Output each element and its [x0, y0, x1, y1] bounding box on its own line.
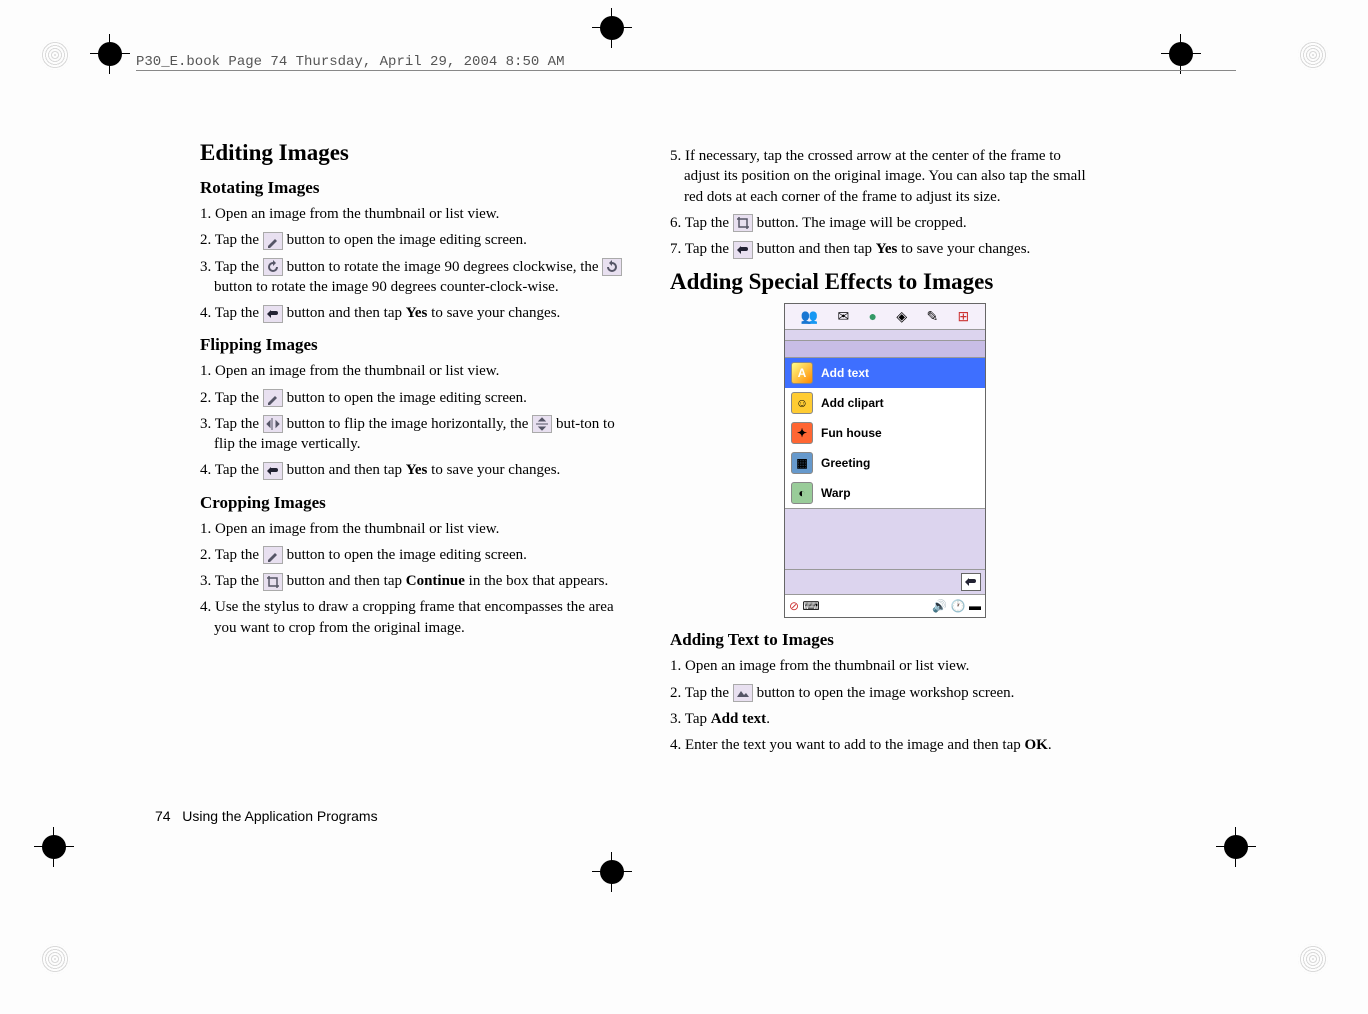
- edit-icon: [263, 389, 283, 407]
- heading-rotating: Rotating Images: [200, 178, 630, 198]
- device-statusbar: ⊘ ⌨ 🔊 🕐 ▬: [785, 594, 985, 617]
- step: 3. Tap the button and then tap Continue …: [200, 571, 630, 591]
- registration-mark-icon: [1224, 835, 1248, 859]
- step: 1. Open an image from the thumbnail or l…: [670, 656, 1100, 676]
- flip-horizontal-icon: [263, 415, 283, 433]
- step: 2. Tap the button to open the image edit…: [200, 388, 630, 408]
- right-column: 5. If necessary, tap the crossed arrow a…: [670, 140, 1100, 761]
- heading-special-effects: Adding Special Effects to Images: [670, 269, 1100, 295]
- step: 4. Enter the text you want to add to the…: [670, 735, 1100, 755]
- section-title: Using the Application Programs: [182, 808, 377, 824]
- step: 3. Tap the button to flip the image hori…: [200, 414, 630, 455]
- crop-icon: [263, 573, 283, 591]
- device-titlebar: [785, 330, 985, 341]
- step: 5. If necessary, tap the crossed arrow a…: [670, 146, 1100, 207]
- registration-mark-icon: [600, 860, 624, 884]
- step: 3. Tap the button to rotate the image 90…: [200, 257, 630, 298]
- clipart-icon: ☺: [791, 392, 813, 414]
- menu-item-fun-house: ✦Fun house: [785, 418, 985, 448]
- contacts-icon: 👥: [801, 308, 818, 325]
- workshop-icon: [733, 684, 753, 702]
- note-icon: ✎: [926, 308, 938, 325]
- page-footer: 74 Using the Application Programs: [155, 808, 378, 824]
- heading-cropping: Cropping Images: [200, 493, 630, 513]
- pdf-header-rule: [136, 70, 1236, 71]
- globe-icon: ●: [869, 308, 877, 325]
- step: 7. Tap the button and then tap Yes to sa…: [670, 239, 1100, 259]
- pdf-header: P30_E.book Page 74 Thursday, April 29, 2…: [136, 54, 564, 70]
- step: 2. Tap the button to open the image work…: [670, 683, 1100, 703]
- menu-item-warp: ◐Warp: [785, 478, 985, 508]
- step: 4. Use the stylus to draw a cropping fra…: [200, 597, 630, 638]
- rotate-cw-icon: [263, 258, 283, 276]
- apps-icon: ⊞: [958, 308, 970, 325]
- registration-mark-icon: [98, 42, 122, 66]
- printer-mark-icon: [40, 944, 70, 974]
- status-right: 🔊 🕐 ▬: [932, 599, 981, 613]
- printer-mark-icon: [1298, 40, 1328, 70]
- mail-icon: ✉: [837, 308, 849, 325]
- menu-item-greeting: ▦Greeting: [785, 448, 985, 478]
- step: 2. Tap the button to open the image edit…: [200, 230, 630, 250]
- step: 3. Tap Add text.: [670, 709, 1100, 729]
- device-toolbar: 👥 ✉ ● ◈ ✎ ⊞: [785, 304, 985, 330]
- heading-flipping: Flipping Images: [200, 335, 630, 355]
- flip-vertical-icon: [532, 415, 552, 433]
- device-screenshot: 👥 ✉ ● ◈ ✎ ⊞ AAdd text ☺Add clipart ✦Fun …: [784, 303, 986, 618]
- undo-icon: [733, 241, 753, 259]
- step: 1. Open an image from the thumbnail or l…: [200, 519, 630, 539]
- step: 1. Open an image from the thumbnail or l…: [200, 361, 630, 381]
- diamond-icon: ◈: [896, 308, 907, 325]
- menu-item-add-text: AAdd text: [785, 358, 985, 388]
- warp-icon: ◐: [791, 482, 813, 504]
- rotate-ccw-icon: [602, 258, 622, 276]
- greeting-icon: ▦: [791, 452, 813, 474]
- page-body: Editing Images Rotating Images 1. Open a…: [200, 140, 1100, 761]
- left-column: Editing Images Rotating Images 1. Open a…: [200, 140, 630, 761]
- heading-adding-text: Adding Text to Images: [670, 630, 1100, 650]
- add-text-icon: A: [791, 362, 813, 384]
- heading-editing-images: Editing Images: [200, 140, 630, 166]
- step: 4. Tap the button and then tap Yes to sa…: [200, 460, 630, 480]
- device-subbar: [785, 341, 985, 358]
- status-left: ⊘ ⌨: [789, 599, 820, 613]
- menu-item-add-clipart: ☺Add clipart: [785, 388, 985, 418]
- registration-mark-icon: [42, 835, 66, 859]
- device-bottombar: [785, 569, 985, 594]
- step: 4. Tap the button and then tap Yes to sa…: [200, 303, 630, 323]
- funhouse-icon: ✦: [791, 422, 813, 444]
- undo-icon: [961, 573, 981, 591]
- edit-icon: [263, 232, 283, 250]
- step: 1. Open an image from the thumbnail or l…: [200, 204, 630, 224]
- registration-mark-icon: [1169, 42, 1193, 66]
- registration-mark-icon: [600, 16, 624, 40]
- device-empty-area: [785, 508, 985, 569]
- step: 2. Tap the button to open the image edit…: [200, 545, 630, 565]
- edit-icon: [263, 546, 283, 564]
- printer-mark-icon: [1298, 944, 1328, 974]
- crop-icon: [733, 214, 753, 232]
- undo-icon: [263, 462, 283, 480]
- step: 6. Tap the button. The image will be cro…: [670, 213, 1100, 233]
- undo-icon: [263, 305, 283, 323]
- page-number: 74: [155, 808, 171, 824]
- printer-mark-icon: [40, 40, 70, 70]
